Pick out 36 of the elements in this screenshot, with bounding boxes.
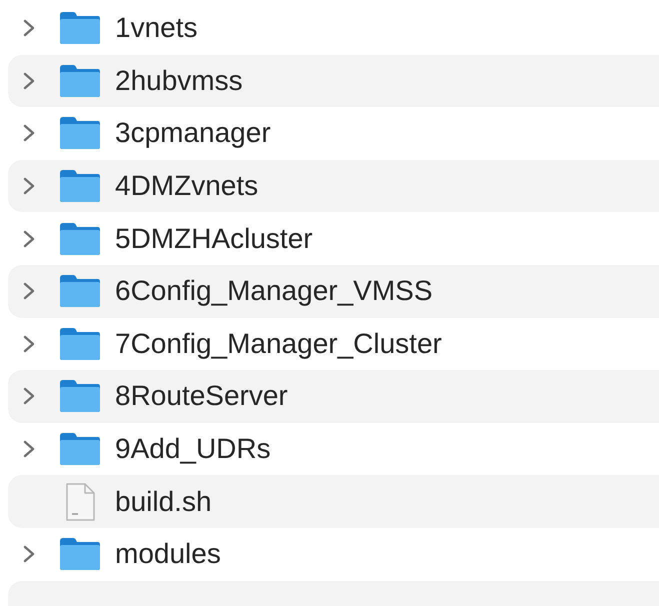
- chevron-icon[interactable]: [22, 19, 36, 38]
- chevron-icon[interactable]: [22, 545, 36, 564]
- chevron-icon[interactable]: [22, 334, 36, 353]
- list-row[interactable]: 8RouteServer: [8, 370, 659, 423]
- file-name: 6Config_Manager_VMSS: [115, 275, 433, 308]
- folder-icon: [58, 222, 102, 256]
- file-name: build.sh: [115, 486, 212, 518]
- file-name: 2hubvmss: [115, 64, 243, 97]
- chevron-icon[interactable]: [22, 282, 36, 300]
- chevron-icon[interactable]: [22, 387, 36, 406]
- folder-icon: [58, 326, 102, 361]
- file-name: 8RouteServer: [115, 380, 288, 412]
- file-name: 3cpmanager: [115, 117, 271, 150]
- chevron-icon[interactable]: [22, 124, 36, 142]
- folder-icon: [58, 116, 102, 150]
- chevron-icon[interactable]: [22, 230, 36, 248]
- folder-icon: [58, 11, 102, 46]
- list-row[interactable]: 4DMZvnets: [8, 160, 659, 212]
- folder-icon: [58, 432, 102, 466]
- file-name: 4DMZvnets: [115, 170, 258, 202]
- folder-icon: [58, 64, 102, 98]
- list-row[interactable]: 2hubvmss: [8, 54, 659, 108]
- file-name: modules: [115, 538, 221, 570]
- file-name: 1vnets: [115, 12, 198, 44]
- folder-icon: [58, 379, 102, 414]
- folder-icon: [58, 537, 102, 572]
- chevron-icon[interactable]: [22, 72, 36, 90]
- list-row[interactable]: 6Config_Manager_VMSS: [8, 264, 659, 318]
- chevron-icon[interactable]: [22, 177, 36, 196]
- folder-icon: [58, 274, 102, 308]
- file-name: 9Add_UDRs: [115, 433, 271, 466]
- chevron-icon[interactable]: [22, 440, 36, 458]
- file-name: 5DMZHAcluster: [115, 222, 313, 255]
- file-name: 7Config_Manager_Cluster: [115, 328, 442, 360]
- list-row[interactable]: build.sh: [8, 475, 659, 528]
- folder-icon: [58, 169, 102, 204]
